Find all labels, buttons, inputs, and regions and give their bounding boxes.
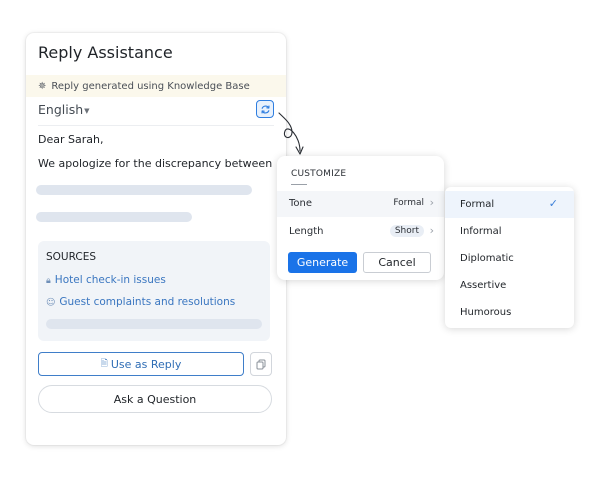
tone-option-label: Formal — [460, 199, 495, 210]
tone-option-informal[interactable]: Informal — [445, 218, 574, 245]
customize-popover: CUSTOMIZE Tone Formal › Length Short › G… — [277, 156, 444, 280]
customize-title: CUSTOMIZE — [291, 169, 347, 179]
refresh-icon — [260, 104, 270, 114]
document-icon: 🗎 — [100, 359, 108, 369]
title-underline — [291, 184, 307, 185]
ask-a-question-button[interactable]: Ask a Question — [38, 385, 272, 413]
divider — [38, 125, 274, 126]
chevron-right-icon: › — [429, 196, 434, 209]
knowledge-base-banner: ✵ Reply generated using Knowledge Base — [26, 75, 286, 97]
chevron-right-icon: › — [429, 224, 434, 237]
loading-skeleton-line — [36, 185, 252, 195]
tone-option-label: Humorous — [460, 307, 512, 318]
source-link-hotel-check-in[interactable]: 🔒︎ Hotel check-in issues — [46, 274, 166, 286]
source-link-guest-complaints[interactable]: ☺ Guest complaints and resolutions — [46, 296, 235, 308]
customize-row-length[interactable]: Length Short › — [277, 219, 444, 245]
tone-option-formal[interactable]: Formal ✓ — [445, 191, 574, 218]
source-link-label: Hotel check-in issues — [54, 274, 166, 286]
sources-title: SOURCES — [46, 251, 97, 263]
language-select[interactable]: English▼ — [38, 102, 90, 117]
language-select-value: English — [38, 102, 84, 117]
loading-skeleton-line — [36, 212, 192, 222]
tone-option-diplomatic[interactable]: Diplomatic — [445, 245, 574, 272]
source-link-label: Guest complaints and resolutions — [59, 296, 236, 308]
copy-button[interactable] — [250, 352, 272, 376]
tone-option-label: Assertive — [460, 280, 507, 291]
generate-button[interactable]: Generate — [288, 252, 357, 273]
use-as-reply-label: Use as Reply — [110, 357, 182, 371]
tone-dropdown-menu: Formal ✓ Informal Diplomatic Assertive H… — [445, 187, 574, 328]
use-as-reply-button[interactable]: 🗎 Use as Reply — [38, 352, 244, 376]
tone-option-humorous[interactable]: Humorous — [445, 299, 574, 326]
person-icon: ☺ — [46, 298, 56, 308]
reply-text: We apologize for the discrepancy between — [38, 157, 273, 170]
copy-icon — [256, 359, 266, 369]
cancel-button[interactable]: Cancel — [363, 252, 431, 273]
caret-down-icon: ▼ — [84, 107, 90, 115]
reply-assistance-panel: Reply Assistance ✵ Reply generated using… — [26, 33, 286, 445]
reply-greeting: Dear Sarah, — [38, 133, 104, 146]
tone-option-label: Diplomatic — [460, 253, 514, 264]
tone-option-assertive[interactable]: Assertive — [445, 272, 574, 299]
checkmark-icon: ✓ — [548, 197, 558, 210]
length-label: Length — [289, 226, 324, 237]
lightbulb-icon: ✵ — [38, 80, 47, 92]
sources-section: SOURCES 🔒︎ Hotel check-in issues ☺ Guest c… — [38, 241, 270, 341]
tone-value: Formal — [393, 198, 424, 208]
length-value: Short — [389, 225, 424, 237]
loading-skeleton-line — [46, 319, 262, 329]
customize-row-tone[interactable]: Tone Formal › — [277, 191, 444, 217]
tone-option-label: Informal — [460, 226, 502, 237]
lock-icon: 🔒︎ — [46, 276, 51, 286]
knowledge-base-banner-text: Reply generated using Knowledge Base — [51, 80, 250, 92]
panel-title: Reply Assistance — [38, 43, 173, 62]
tone-label: Tone — [289, 198, 313, 209]
regenerate-button[interactable] — [256, 100, 274, 118]
